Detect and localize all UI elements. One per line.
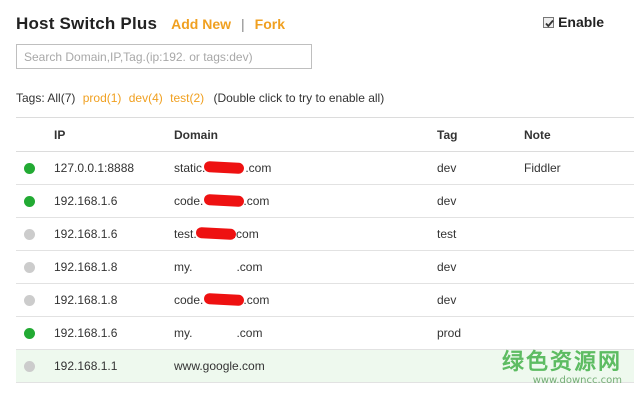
row-domain: test. .com (174, 217, 437, 251)
ip-column-header: IP (54, 117, 174, 152)
enable-checkbox[interactable] (543, 16, 555, 28)
row-tag: dev (437, 283, 524, 317)
row-note (524, 250, 634, 284)
watermark-url: www.downcc.com (532, 375, 622, 386)
row-note (524, 283, 634, 317)
row-note (524, 217, 634, 251)
host-switch-plus-popup: Host Switch Plus Add New | Fork Enable T… (0, 0, 640, 400)
status-dot[interactable] (24, 196, 35, 208)
redaction-mark (203, 193, 245, 208)
redaction-mark (195, 226, 237, 241)
row-domain-prefix: test. (174, 227, 197, 241)
redaction-mark (203, 160, 245, 175)
row-domain: my. .com (174, 250, 437, 284)
row-domain-suffix: .com (245, 161, 272, 175)
row-tag: dev (437, 151, 524, 185)
search-input[interactable] (16, 44, 312, 69)
table-header-row: IP Domain Tag Note (16, 117, 634, 152)
row-note (524, 184, 634, 218)
status-column-header (16, 117, 54, 152)
row-domain: code. .com (174, 184, 437, 218)
row-domain-prefix: code. (174, 293, 204, 307)
enable-toggle[interactable]: Enable (543, 14, 604, 30)
row-domain: static. .com (174, 151, 437, 185)
row-domain-prefix: www.google.com (174, 359, 265, 373)
watermark-cn-text: 绿色资源网 (501, 350, 622, 375)
row-domain-suffix: .com (243, 293, 270, 307)
tag-test[interactable]: test(2) (170, 91, 204, 105)
check-icon (545, 19, 554, 27)
row-domain-suffix: .com (236, 260, 263, 274)
row-domain: www.google.com (174, 349, 437, 383)
tag-dev[interactable]: dev(4) (129, 91, 163, 105)
redaction-mark (203, 292, 245, 307)
row-domain-suffix: .com (232, 227, 259, 241)
row-ip: 192.168.1.6 (54, 184, 174, 218)
status-dot[interactable] (24, 361, 35, 373)
row-ip: 192.168.1.1 (54, 349, 174, 383)
tag-prod[interactable]: prod(1) (83, 91, 122, 105)
row-ip: 127.0.0.1:8888 (54, 151, 174, 185)
table-row[interactable]: 192.168.1.8 my. .com dev (16, 250, 634, 284)
tags-hint: (Double click to try to enable all) (213, 91, 385, 105)
row-tag: test (437, 217, 524, 251)
row-domain-prefix: my. (174, 260, 193, 274)
header: Host Switch Plus Add New | Fork Enable (16, 12, 624, 36)
row-ip: 192.168.1.8 (54, 283, 174, 317)
table-row[interactable]: 192.168.1.6 test. .com test (16, 217, 634, 251)
table-row[interactable]: 192.168.1.6 code. .com dev (16, 184, 634, 218)
header-separator: | (241, 16, 245, 32)
row-domain-prefix: my. (174, 326, 193, 340)
row-domain-prefix: code. (174, 194, 204, 208)
row-domain-suffix: .com (236, 326, 263, 340)
fork-link[interactable]: Fork (255, 16, 285, 32)
row-domain-prefix: static. (174, 161, 206, 175)
row-ip: 192.168.1.6 (54, 316, 174, 350)
row-domain: code. .com (174, 283, 437, 317)
enable-label: Enable (558, 14, 604, 30)
status-dot[interactable] (24, 328, 35, 340)
row-ip: 192.168.1.8 (54, 250, 174, 284)
tag-all[interactable]: All(7) (47, 91, 75, 105)
status-dot[interactable] (24, 262, 35, 274)
status-dot[interactable] (24, 229, 35, 241)
app-title: Host Switch Plus (16, 14, 158, 33)
tags-label: Tags: (16, 91, 45, 105)
tag-column-header: Tag (437, 117, 524, 152)
row-domain-suffix: .com (243, 194, 270, 208)
domain-column-header: Domain (174, 117, 437, 152)
site-watermark: 绿色资源网 www.downcc.com (502, 344, 622, 386)
row-ip: 192.168.1.6 (54, 217, 174, 251)
status-dot[interactable] (24, 163, 35, 175)
row-tag: dev (437, 184, 524, 218)
table-row[interactable]: 127.0.0.1:8888 static. .com dev Fiddler (16, 151, 634, 185)
row-note: Fiddler (524, 151, 634, 185)
row-domain: my. .com (174, 316, 437, 350)
row-tag: dev (437, 250, 524, 284)
table-row[interactable]: 192.168.1.8 code. .com dev (16, 283, 634, 317)
note-column-header: Note (524, 117, 634, 152)
status-dot[interactable] (24, 295, 35, 307)
tag-filter-bar: Tags: All(7) prod(1) dev(4) test(2) (Dou… (16, 91, 384, 105)
add-new-link[interactable]: Add New (171, 16, 231, 32)
